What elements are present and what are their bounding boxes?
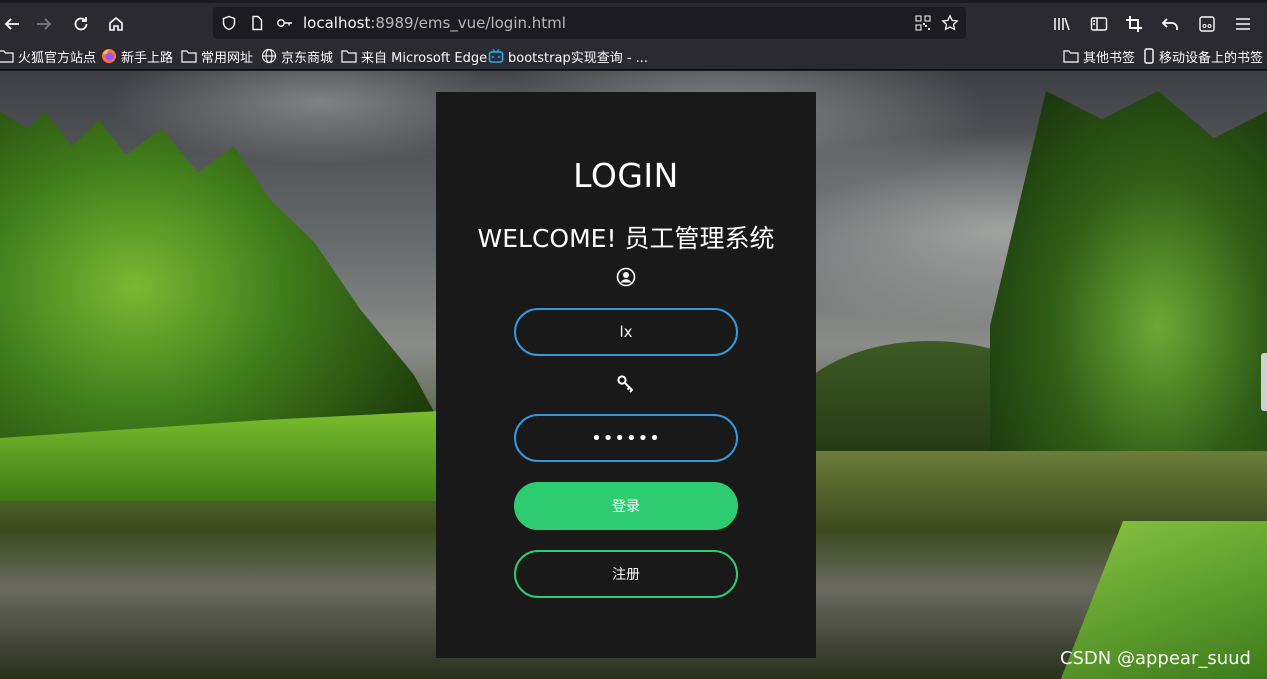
undo-arrow-icon[interactable] <box>1158 12 1182 36</box>
address-bar[interactable]: localhost:8989/ems_vue/login.html <box>213 7 966 39</box>
csdn-watermark: CSDN @appear_suud <box>1059 648 1251 669</box>
star-bookmark-icon[interactable] <box>940 13 960 33</box>
back-arrow-icon[interactable] <box>0 12 24 36</box>
password-input[interactable] <box>514 414 738 462</box>
folder-icon <box>1063 48 1079 64</box>
bookmark-label: 常用网址 <box>201 50 254 66</box>
bookmarks-toolbar: 火狐官方站点 新手上路 常用网址 京东商城 来自 Microsoft Edge … <box>0 42 1267 70</box>
login-title: LOGIN <box>573 156 679 195</box>
shield-icon[interactable] <box>219 13 239 33</box>
forward-arrow-icon[interactable] <box>32 12 56 36</box>
login-card: LOGIN WELCOME! 员工管理系统 登录 注册 <box>436 92 816 658</box>
folder-icon <box>181 48 197 64</box>
page-icon[interactable] <box>247 13 267 33</box>
url-text[interactable]: localhost:8989/ems_vue/login.html <box>303 14 566 32</box>
reload-icon[interactable] <box>69 12 93 36</box>
url-host: localhost <box>303 14 371 32</box>
bookmark-item[interactable]: 京东商城 <box>261 47 334 66</box>
mobile-device-icon <box>1143 48 1155 64</box>
bookmark-item[interactable]: 来自 Microsoft Edge <box>341 47 488 66</box>
url-path: :8989/ems_vue/login.html <box>370 14 566 32</box>
bookmark-label: bootstrap实现查询 - ... <box>508 50 649 66</box>
folder-icon <box>0 48 14 64</box>
scrollbar-thumb[interactable] <box>1261 353 1267 411</box>
library-icon[interactable] <box>1050 12 1074 36</box>
bookmark-label: 火狐官方站点 <box>18 50 97 66</box>
firefox-icon <box>101 48 117 64</box>
qr-code-icon[interactable] <box>913 13 933 33</box>
screenshot-crop-icon[interactable] <box>1122 12 1146 36</box>
page-viewport: LOGIN WELCOME! 员工管理系统 登录 注册 CSDN @appear… <box>0 71 1267 679</box>
bookmark-label: 新手上路 <box>121 50 174 66</box>
bookmark-item[interactable]: bootstrap实现查询 - ... <box>488 47 649 66</box>
folder-icon <box>341 48 357 64</box>
globe-icon <box>261 48 277 64</box>
menu-hamburger-icon[interactable] <box>1231 12 1255 36</box>
mobile-bookmarks-label: 移动设备上的书签 <box>1159 50 1264 66</box>
bookmark-label: 来自 Microsoft Edge <box>361 50 488 66</box>
sidebar-icon[interactable] <box>1087 12 1111 36</box>
bookmark-item[interactable]: 新手上路 <box>101 47 174 66</box>
welcome-subtitle: WELCOME! 员工管理系统 <box>477 224 775 253</box>
extension-icon[interactable] <box>1195 12 1219 36</box>
other-bookmarks-label: 其他书签 <box>1083 50 1136 66</box>
key-permission-icon[interactable] <box>275 13 295 33</box>
other-bookmarks[interactable]: 其他书签 <box>1063 47 1136 66</box>
bookmark-item[interactable]: 火狐官方站点 <box>0 47 97 66</box>
username-input[interactable] <box>514 308 738 356</box>
bookmark-item[interactable]: 常用网址 <box>181 47 254 66</box>
mobile-bookmarks[interactable]: 移动设备上的书签 <box>1143 47 1264 66</box>
register-button[interactable]: 注册 <box>514 550 738 598</box>
key-icon <box>616 374 636 394</box>
browser-toolbar: localhost:8989/ems_vue/login.html <box>0 0 1267 42</box>
user-circle-icon <box>616 267 636 287</box>
login-button[interactable]: 登录 <box>514 482 738 530</box>
home-icon[interactable] <box>104 12 128 36</box>
bookmark-label: 京东商城 <box>281 50 334 66</box>
bilibili-icon <box>488 48 504 64</box>
